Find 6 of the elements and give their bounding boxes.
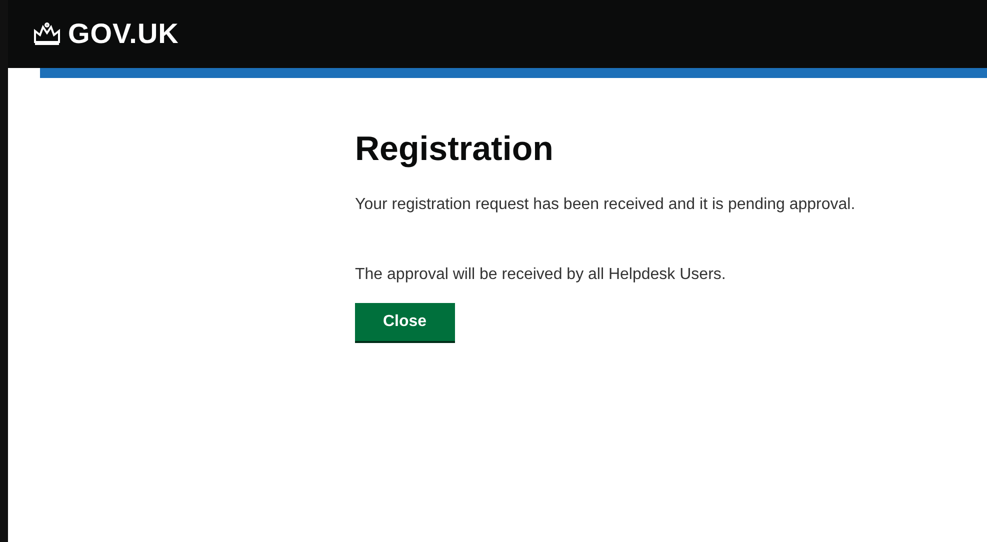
close-button[interactable]: Close [355, 303, 455, 341]
body-text: The approval will be received by all Helpdesk Users. [355, 265, 727, 285]
body-text: Your registration request has been received and it is pending approval. [355, 195, 856, 215]
crown-icon [32, 22, 62, 46]
logo-text[interactable]: GOV.UK [68, 18, 179, 50]
page-title: Registration [355, 130, 554, 169]
